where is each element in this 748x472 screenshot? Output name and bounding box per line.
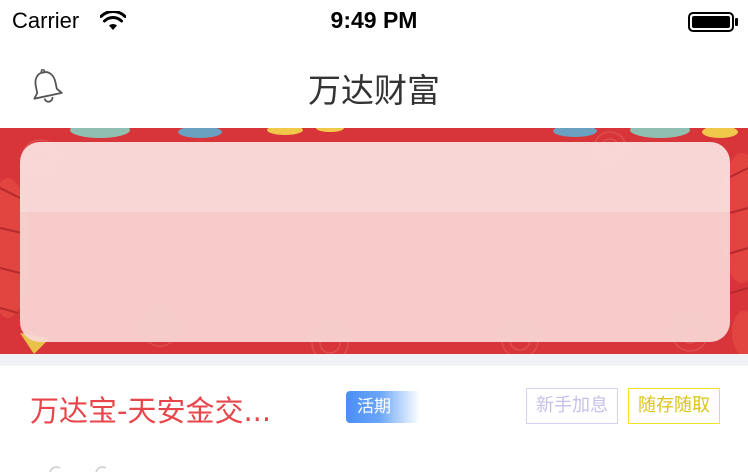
battery-icon — [688, 12, 738, 32]
status-bar: Carrier 9:49 PM — [0, 0, 748, 44]
next-row-peek — [49, 466, 107, 472]
banner-card — [20, 142, 730, 342]
product-list-item[interactable]: 万达宝-天安金交... 活期 新手加息 随存随取 — [0, 366, 748, 472]
product-name: 万达宝-天安金交... — [30, 394, 272, 428]
status-time: 9:49 PM — [330, 7, 418, 33]
tag-flexible-access: 随存随取 — [628, 388, 720, 424]
tag-new-user-bonus: 新手加息 — [526, 388, 618, 424]
promo-banner[interactable] — [0, 128, 748, 354]
section-divider — [0, 354, 748, 366]
banner-card-highlight — [20, 142, 730, 212]
navigation-bar: 万达财富 — [0, 44, 748, 128]
page-title: 万达财富 — [308, 71, 440, 110]
tag-demand-deposit: 活期 — [346, 391, 420, 423]
